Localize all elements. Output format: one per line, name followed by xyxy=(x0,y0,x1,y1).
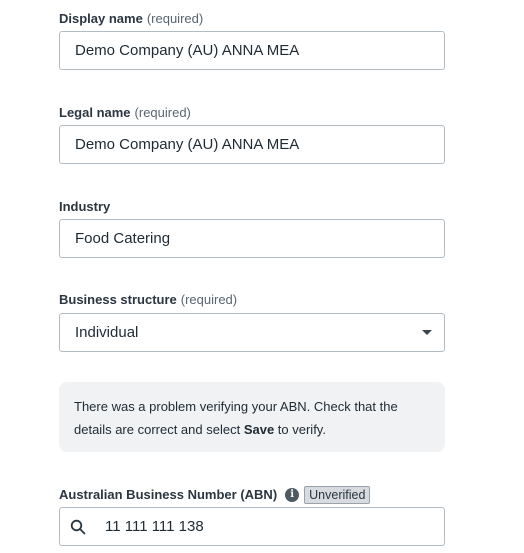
notice-text-after: to verify. xyxy=(274,422,326,437)
display-name-label-text: Display name xyxy=(59,11,143,26)
chevron-down-icon[interactable] xyxy=(422,330,432,335)
abn-label-text: Australian Business Number (ABN) xyxy=(59,487,278,502)
legal-name-input[interactable]: Demo Company (AU) ANNA MEA xyxy=(59,125,445,164)
abn-label: Australian Business Number (ABN) i Unver… xyxy=(59,486,371,504)
business-structure-label-text: Business structure xyxy=(59,292,177,307)
industry-value: Food Catering xyxy=(75,230,171,247)
business-structure-value: Individual xyxy=(75,324,139,341)
legal-name-label-text: Legal name xyxy=(59,105,131,120)
status-badge: Unverified xyxy=(304,486,371,504)
abn-verification-notice: There was a problem verifying your ABN. … xyxy=(59,382,445,452)
notice-save-emphasis: Save xyxy=(243,422,275,437)
legal-name-required: (required) xyxy=(134,105,191,120)
search-icon xyxy=(70,519,86,535)
legal-name-value: Demo Company (AU) ANNA MEA xyxy=(75,136,300,153)
display-name-label: Display name (required) xyxy=(59,11,203,27)
display-name-value: Demo Company (AU) ANNA MEA xyxy=(75,42,300,59)
business-structure-required: (required) xyxy=(180,292,238,307)
business-structure-select[interactable]: Individual xyxy=(59,313,445,352)
legal-name-label: Legal name (required) xyxy=(59,105,191,121)
notice-text-before: There was a problem verifying your ABN. … xyxy=(74,399,398,437)
business-structure-label: Business structure (required) xyxy=(59,292,237,308)
display-name-required: (required) xyxy=(146,11,204,26)
info-icon[interactable]: i xyxy=(285,488,300,502)
abn-value: 11 111 111 138 xyxy=(105,518,204,535)
industry-label-text: Industry xyxy=(59,199,111,214)
industry-input[interactable]: Food Catering xyxy=(59,219,445,258)
abn-input[interactable]: 11 111 111 138 xyxy=(59,507,445,546)
industry-label: Industry xyxy=(59,199,110,215)
display-name-input[interactable]: Demo Company (AU) ANNA MEA xyxy=(59,31,445,70)
